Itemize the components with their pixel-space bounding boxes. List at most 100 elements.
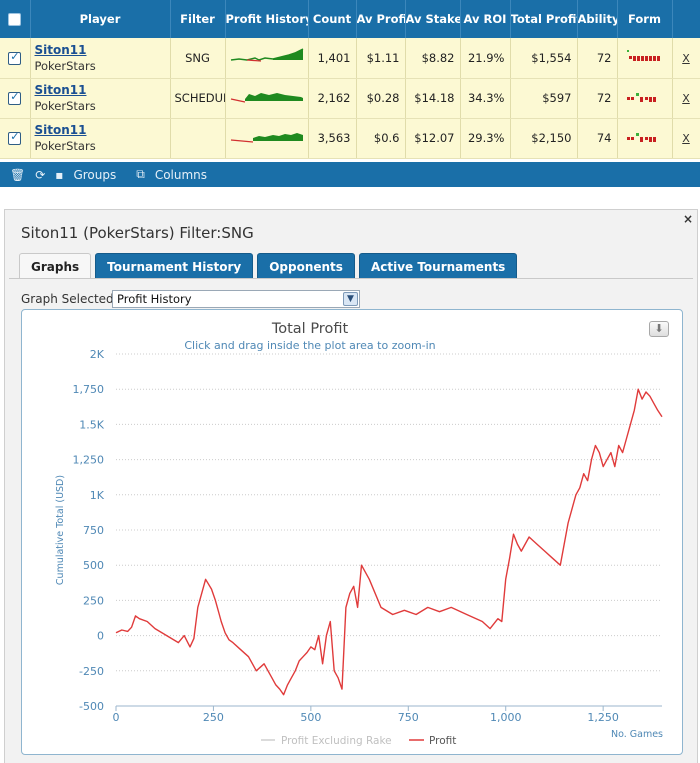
row-filter: SNG: [170, 38, 226, 79]
row-checkbox[interactable]: [8, 90, 22, 105]
row-av-roi: 21.9%: [460, 38, 511, 79]
graph-select[interactable]: Profit History ▼: [112, 290, 360, 308]
player-name-link[interactable]: Siton11: [35, 83, 170, 97]
row-av-roi: 34.3%: [460, 78, 511, 119]
row-filter: SCHEDULED: [170, 78, 226, 119]
close-icon[interactable]: ×: [683, 212, 693, 226]
columns-button[interactable]: ⧉ Columns: [136, 167, 217, 182]
profit-history-sparkline: [230, 48, 303, 62]
table-row[interactable]: Siton11PokerStars SCHEDULED 2,162 $0.28 …: [0, 78, 700, 119]
chart-x-tick-label: 750: [398, 711, 419, 724]
player-table: Player Filter Profit History Count Av Pr…: [0, 0, 700, 159]
header-av-profit[interactable]: Av Profit: [356, 0, 406, 38]
download-icon[interactable]: ⬇: [649, 321, 669, 337]
header-av-roi[interactable]: Av ROI: [460, 0, 511, 38]
chart-grid: [116, 353, 662, 707]
chart-x-tick-label: 500: [300, 711, 321, 724]
chart-y-tick-label: -250: [79, 665, 104, 678]
chart-xlabel: No. Games: [611, 729, 663, 740]
player-site: PokerStars: [34, 139, 96, 153]
select-all-checkbox-cell[interactable]: [0, 0, 31, 38]
chart-x-ticks: 0 250 500 750 1,000 1,250: [113, 706, 619, 724]
panel-title: Siton11 (PokerStars) Filter:SNG: [21, 224, 254, 242]
remove-row-link[interactable]: X: [682, 52, 690, 65]
chart-y-tick-label: 750: [83, 524, 104, 537]
chart-y-tick-label: -500: [79, 700, 104, 713]
row-ability: 72: [577, 38, 618, 79]
player-detail-panel: Siton11 (PokerStars) Filter:SNG × Graphs…: [4, 209, 698, 763]
groups-button[interactable]: ▪ Groups: [55, 168, 126, 182]
row-ability: 72: [577, 78, 618, 119]
row-total-profit: $1,554: [510, 38, 578, 79]
row-ability: 74: [577, 118, 618, 159]
chart-x-tick-label: 250: [203, 711, 224, 724]
refresh-icon[interactable]: ⟳: [35, 168, 45, 182]
table-row[interactable]: Siton11PokerStars SNG 1,401 $1.11 $8.82 …: [0, 38, 700, 79]
row-count: 2,162: [308, 78, 357, 119]
graph-select-value: Profit History: [117, 292, 192, 306]
chart-y-tick-label: 1,250: [73, 454, 105, 467]
header-count[interactable]: Count: [308, 0, 357, 38]
header-form[interactable]: Form: [617, 0, 673, 38]
chart-y-ticks: -500 -250 0 250 500 750 1K 1,250 1.5K 1,750 2K: [73, 348, 105, 713]
header-filter[interactable]: Filter: [170, 0, 226, 38]
chart-title: Total Profit: [271, 321, 349, 337]
chart-y-tick-label: 1,750: [73, 383, 105, 396]
player-site: PokerStars: [34, 99, 96, 113]
row-total-profit: $597: [510, 78, 578, 119]
row-checkbox[interactable]: [8, 50, 22, 65]
row-av-profit: $0.6: [356, 118, 406, 159]
row-av-stake: $8.82: [405, 38, 461, 79]
tab-active-tournaments[interactable]: Active Tournaments: [358, 253, 518, 279]
chevron-down-icon[interactable]: ▼: [343, 292, 358, 306]
row-count: 3,563: [308, 118, 357, 159]
row-av-profit: $0.28: [356, 78, 406, 119]
chart-series: [115, 388, 663, 696]
header-profit-history[interactable]: Profit History: [225, 0, 309, 38]
profit-history-sparkline: [230, 92, 303, 103]
select-all-checkbox[interactable]: [8, 13, 22, 26]
form-indicator: [626, 50, 660, 62]
chart-x-tick-label: 0: [113, 711, 120, 724]
row-av-stake: $12.07: [405, 118, 461, 159]
legend-profit[interactable]: Profit: [429, 735, 456, 747]
profit-chart[interactable]: Total Profit Click and drag inside the p…: [22, 310, 684, 756]
header-total-profit[interactable]: Total Profit: [510, 0, 578, 38]
chart-legend[interactable]: Profit Excluding Rake Profit: [261, 735, 456, 747]
series-line-profit: [115, 388, 663, 696]
table-row[interactable]: Siton11 PokerStars 3,563 $0.6 $12.07 29.3…: [0, 118, 700, 159]
chart-y-tick-label: 250: [83, 594, 104, 607]
columns-icon: ⧉: [136, 167, 145, 181]
row-checkbox[interactable]: [8, 130, 22, 145]
remove-row-link[interactable]: X: [682, 92, 690, 105]
player-name-link[interactable]: Siton11: [35, 123, 170, 137]
row-count: 1,401: [308, 38, 357, 79]
legend-profit-excluding-rake[interactable]: Profit Excluding Rake: [281, 735, 392, 747]
player-site: PokerStars: [34, 58, 96, 73]
remove-row-link[interactable]: X: [682, 132, 690, 145]
trash-icon[interactable]: 🗑: [10, 168, 25, 182]
tab-divider: [9, 278, 693, 279]
chart-container[interactable]: Total Profit Click and drag inside the p…: [21, 309, 683, 755]
chart-y-tick-label: 2K: [90, 348, 105, 361]
chart-subtitle: Click and drag inside the plot area to z…: [184, 339, 435, 352]
header-player[interactable]: Player: [30, 0, 171, 38]
graph-selected-label: Graph Selected:: [21, 292, 118, 306]
tab-graphs[interactable]: Graphs: [19, 253, 92, 279]
tab-tournament-history[interactable]: Tournament History: [95, 253, 254, 279]
header-ability[interactable]: Ability: [577, 0, 618, 38]
row-total-profit: $2,150: [510, 118, 578, 159]
player-name-link[interactable]: Siton11: [35, 43, 170, 57]
chart-y-tick-label: 1K: [90, 489, 105, 502]
header-remove: [672, 0, 700, 38]
chart-x-tick-label: 1,000: [490, 711, 522, 724]
chart-y-tick-label: 0: [97, 630, 104, 643]
chart-ylabel: Cumulative Total (USD): [55, 475, 66, 585]
header-av-stake[interactable]: Av Stake: [405, 0, 461, 38]
table-toolbar: 🗑 ⟳ ▪ Groups ⧉ Columns: [0, 162, 700, 187]
panel-tabs: Graphs Tournament History Opponents Acti…: [19, 253, 521, 279]
tab-opponents[interactable]: Opponents: [257, 253, 355, 279]
chart-y-tick-label: 1.5K: [79, 418, 104, 431]
save-icon: ▪: [55, 167, 64, 182]
row-av-roi: 29.3%: [460, 118, 511, 159]
